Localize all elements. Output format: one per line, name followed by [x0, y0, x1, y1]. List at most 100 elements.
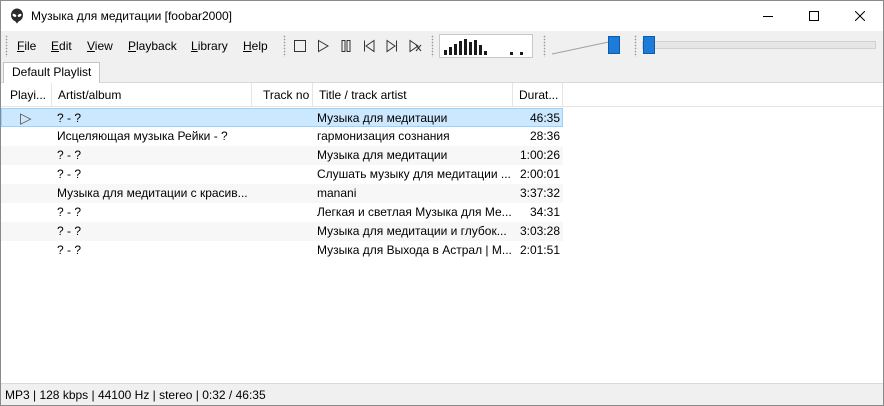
row-artist: Музыка для медитации с красив...	[57, 186, 248, 200]
now-playing-indicator	[19, 241, 41, 260]
column-header-title[interactable]: Title / track artist	[313, 83, 513, 107]
spectrum-bar	[484, 51, 487, 55]
menu-view[interactable]: View	[87, 39, 113, 53]
minimize-button[interactable]	[745, 1, 791, 31]
row-track-no	[257, 203, 311, 222]
row-duration: 1:00:26	[519, 148, 560, 162]
spectrum-bar	[454, 44, 457, 55]
playlist-row[interactable]: ? - ? Музыка для медитации и глубок... 3…	[1, 222, 563, 241]
spectrum-bar	[510, 52, 513, 55]
window-title: Музыка для медитации [foobar2000]	[31, 9, 233, 23]
row-duration: 34:31	[529, 205, 560, 219]
menu-file[interactable]: File	[17, 39, 36, 53]
maximize-icon	[809, 11, 819, 21]
stop-icon	[294, 40, 306, 52]
row-artist: Исцеляющая музыка Рейки - ?	[57, 129, 228, 143]
now-playing-indicator	[19, 127, 41, 146]
row-track-no	[257, 184, 311, 203]
row-track-no	[257, 146, 311, 165]
playlist-view[interactable]: Playi... Artist/album Track no Title / t…	[1, 83, 883, 383]
maximize-button[interactable]	[791, 1, 837, 31]
playlist-row[interactable]: ? - ? Легкая и светлая Музыка для Ме... …	[1, 203, 563, 222]
previous-button[interactable]	[360, 37, 378, 55]
spectrum-bar	[449, 47, 452, 55]
next-button[interactable]	[383, 37, 401, 55]
spectrum-bar	[469, 42, 472, 55]
row-duration: 46:35	[529, 111, 560, 125]
spectrum-bar	[464, 39, 467, 55]
row-duration: 3:03:28	[519, 224, 560, 238]
seek-bar-thumb[interactable]	[643, 36, 655, 54]
menu-library[interactable]: Library	[191, 39, 228, 53]
now-playing-indicator: ▷	[20, 110, 32, 127]
now-playing-indicator	[19, 222, 41, 241]
column-header-playing[interactable]: Playi...	[1, 83, 52, 107]
now-playing-indicator	[19, 146, 41, 165]
menu-edit[interactable]: Edit	[51, 39, 72, 53]
playlist-row[interactable]: ? - ? Музыка для Выхода в Астрал | М... …	[1, 241, 563, 260]
pause-button[interactable]	[337, 37, 355, 55]
tab-default-playlist[interactable]: Default Playlist	[3, 62, 101, 83]
row-duration: 28:36	[529, 129, 560, 143]
column-header-track-no[interactable]: Track no	[252, 83, 313, 107]
row-duration: 3:37:32	[519, 186, 560, 200]
spectrum-bar	[520, 52, 523, 55]
row-artist: ? - ?	[57, 243, 82, 257]
row-artist: ? - ?	[57, 205, 82, 219]
seek-bar[interactable]	[642, 41, 876, 49]
playlist-header: Playi... Artist/album Track no Title / t…	[1, 83, 883, 107]
playlist-row[interactable]: Исцеляющая музыка Рейки - ? гармонизация…	[1, 127, 563, 146]
status-bar: MP3 | 128 kbps | 44100 Hz | stereo | 0:3…	[1, 383, 883, 405]
column-header-duration[interactable]: Durat...	[513, 83, 563, 107]
spectrum-bar	[474, 40, 477, 55]
minimize-icon	[763, 16, 773, 17]
volume-grip[interactable]	[543, 35, 546, 57]
row-duration: 2:00:01	[519, 167, 560, 181]
row-title: manani	[317, 186, 357, 200]
random-button[interactable]	[406, 37, 424, 55]
close-icon	[855, 11, 865, 21]
now-playing-indicator	[19, 165, 41, 184]
now-playing-indicator	[19, 184, 41, 203]
spectrum-visualisation	[439, 34, 533, 58]
row-track-no	[257, 127, 311, 146]
menu-playback[interactable]: Playback	[128, 39, 177, 53]
spectrum-bar	[459, 41, 462, 55]
row-track-no	[257, 222, 311, 241]
pause-icon	[341, 40, 351, 52]
play-button[interactable]	[314, 37, 332, 55]
column-header-artist-album[interactable]: Artist/album	[52, 83, 252, 107]
previous-icon	[364, 39, 375, 53]
playlist-row[interactable]: ▷ ? - ? Музыка для медитации 46:35	[1, 108, 563, 127]
playlist-row[interactable]: ? - ? Слушать музыку для медитации ... 2…	[1, 165, 563, 184]
row-track-no	[257, 241, 311, 260]
playlist-row[interactable]: Музыка для медитации с красив... manani …	[1, 184, 563, 203]
seekbar-grip[interactable]	[634, 35, 637, 57]
menu-grip[interactable]	[5, 35, 8, 57]
playlist-row[interactable]: ? - ? Музыка для медитации 1:00:26	[1, 146, 563, 165]
row-title: Слушать музыку для медитации ...	[317, 167, 511, 181]
title-bar[interactable]: Музыка для медитации [foobar2000]	[1, 1, 883, 31]
visualisation-grip[interactable]	[431, 35, 434, 57]
spectrum-bar	[444, 50, 447, 55]
row-duration: 2:01:51	[519, 243, 560, 257]
row-track-no	[257, 109, 311, 128]
random-icon	[409, 39, 422, 53]
alien-app-icon	[9, 8, 25, 24]
next-icon	[386, 39, 397, 53]
stop-button[interactable]	[291, 37, 309, 55]
menu-help[interactable]: Help	[243, 39, 268, 53]
spectrum-bar	[479, 45, 482, 55]
row-title: гармонизация сознания	[317, 129, 450, 143]
row-artist: ? - ?	[57, 167, 82, 181]
volume-slider-thumb[interactable]	[608, 36, 620, 54]
row-title: Музыка для Выхода в Астрал | М...	[317, 243, 511, 257]
row-track-no	[257, 165, 311, 184]
row-title: Музыка для медитации	[317, 148, 448, 162]
playback-grip[interactable]	[283, 35, 286, 57]
close-button[interactable]	[837, 1, 883, 31]
row-artist: ? - ?	[57, 111, 82, 125]
playlist-tabs: Default Playlist	[1, 61, 883, 83]
play-icon	[318, 39, 329, 53]
row-title: Музыка для медитации	[317, 111, 448, 125]
